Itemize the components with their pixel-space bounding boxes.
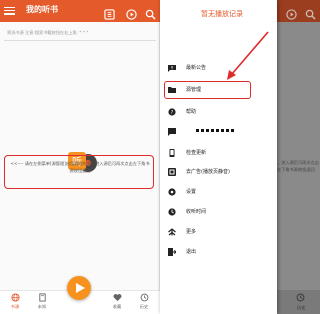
now-playing-label[interactable]: 暂无播放记录 <box>201 9 243 19</box>
navigation-drawer: 暂无播放记录 最新公告 源管理 ? 帮助 检查更新 去广告(播放页静音) 设置 … <box>160 0 277 314</box>
announcement-icon <box>168 65 176 72</box>
nav-label: 未知 <box>37 304 47 309</box>
settings-icon <box>168 188 176 196</box>
filter-underline <box>4 40 156 41</box>
source-filter-input[interactable]: 筛选书源 注意:搜索书籍按钮在右上角. *.*.* <box>7 30 88 36</box>
more-icon <box>168 228 176 236</box>
book-icon <box>38 293 46 302</box>
menu-item-label: 退出 <box>186 249 197 255</box>
menu-item-label: 去广告(播放页静音) <box>186 169 230 175</box>
nav-sources[interactable]: 书源 <box>3 293 27 310</box>
nav-history[interactable]: 历史 <box>132 293 156 310</box>
menu-item-masked[interactable] <box>160 124 277 142</box>
play-icon <box>76 283 85 293</box>
masked-text <box>196 129 236 132</box>
help-icon: ? <box>168 108 176 116</box>
play-fab[interactable] <box>67 276 91 300</box>
history-icon <box>296 293 305 302</box>
menu-item-settings[interactable]: 设置 <box>160 184 277 202</box>
ad-icon <box>168 168 176 176</box>
nav-favorites[interactable]: 收藏 <box>105 293 129 310</box>
heart-icon <box>113 294 121 302</box>
app-bar: 我的听书 <box>0 0 160 22</box>
play-icon <box>286 5 297 20</box>
menu-item-label: 最新公告 <box>186 65 207 71</box>
menu-item-announcements[interactable]: 最新公告 <box>160 60 277 78</box>
menu-item-help[interactable]: ? 帮助 <box>160 104 277 122</box>
nav-unknown[interactable]: 未知 <box>30 293 54 310</box>
chat-icon <box>168 128 176 136</box>
drawer-header: 暂无播放记录 <box>160 0 277 50</box>
source-management-highlight <box>164 81 251 99</box>
nav-label: 历史 <box>297 305 306 310</box>
home-screen: 我的听书 筛选书源 注意:搜索书籍按钮在右上角. *.*.* 听 <<---- … <box>0 0 160 314</box>
nav-label: 历史 <box>139 304 149 309</box>
search-icon <box>305 5 316 20</box>
grid-icon[interactable] <box>104 5 115 20</box>
menu-item-exit[interactable]: 退出 <box>160 244 277 262</box>
globe-icon <box>10 293 20 302</box>
menu-item-check-update[interactable]: 检查更新 <box>160 145 277 163</box>
nav-label: 收藏 <box>112 304 122 309</box>
history-icon <box>140 293 148 302</box>
menu-item-remove-ads[interactable]: 去广告(播放页静音) <box>160 164 277 182</box>
menu-item-label: 检查更新 <box>186 150 207 156</box>
menu-item-label: 收听时间 <box>186 209 207 215</box>
nav-label: 书源 <box>10 304 20 309</box>
exit-icon <box>168 248 176 256</box>
search-icon[interactable] <box>145 5 156 20</box>
timer-icon <box>168 208 176 216</box>
svg-text:?: ? <box>171 110 174 116</box>
play-icon[interactable] <box>126 5 137 20</box>
menu-item-label: 更多 <box>186 229 197 235</box>
menu-item-more[interactable]: 更多 <box>160 224 277 242</box>
app-title: 我的听书 <box>26 5 58 14</box>
drawer-screen: ，进入源后可再次点击左下角书源按钮返回 历史 暂无播放记录 最新公告 源管理 ?… <box>160 0 320 314</box>
menu-icon[interactable] <box>4 5 15 16</box>
dimmed-hint-text: ，进入源后可再次点击左下角书源按钮返回 <box>277 160 319 172</box>
update-icon <box>169 149 175 157</box>
source-hint-text: <<---- 请在左侧菜单[源管理]启用喜欢的源，进入源后可再次点击左下角书源按… <box>10 161 150 173</box>
menu-item-label: 设置 <box>186 189 197 195</box>
menu-item-label: 帮助 <box>186 109 197 115</box>
source-hint-box: <<---- 请在左侧菜单[源管理]启用喜欢的源，进入源后可再次点击左下角书源按… <box>4 155 154 189</box>
menu-item-listening-time[interactable]: 收听时间 <box>160 204 277 222</box>
